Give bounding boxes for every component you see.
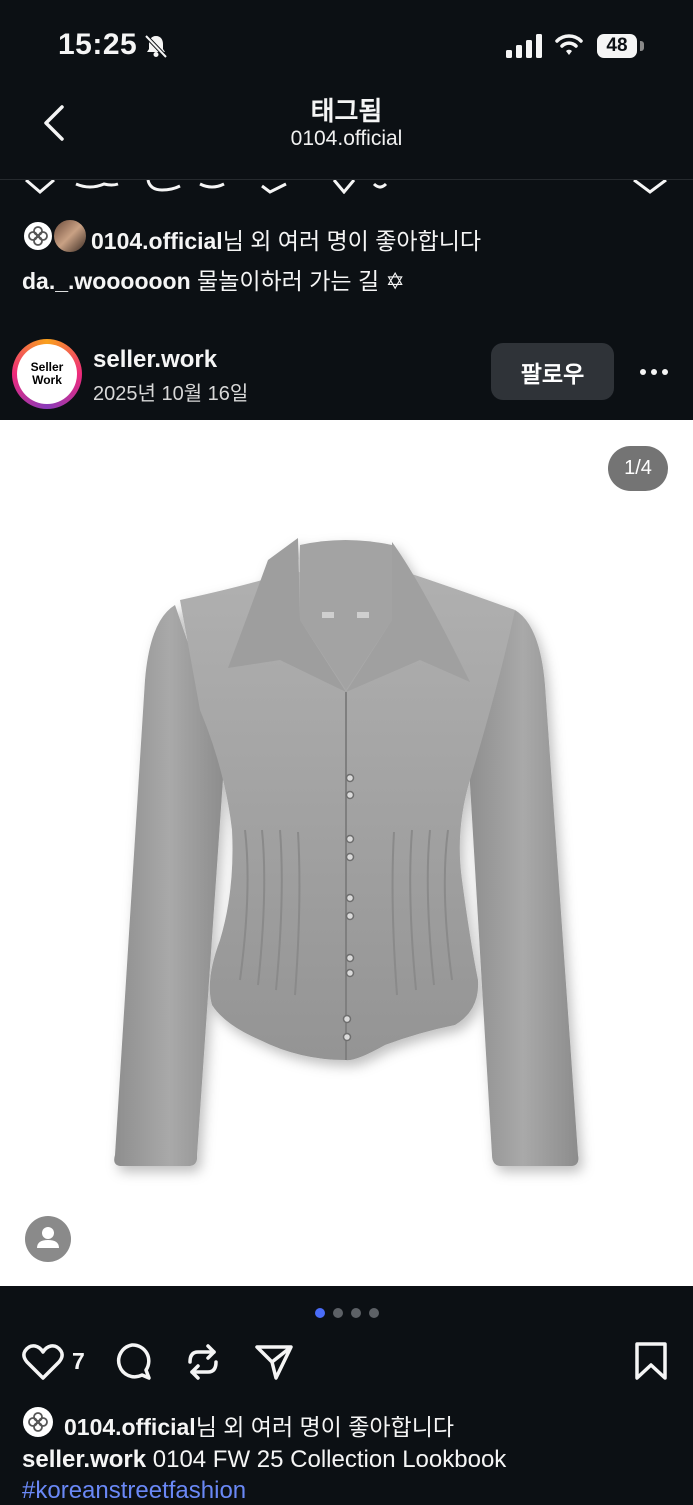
liker-avatar-photo — [52, 218, 88, 254]
like-count[interactable]: 7 — [72, 1348, 85, 1375]
post-caption: seller.work 0104 FW 25 Collection Lookbo… — [22, 1446, 506, 1474]
previous-post-caption: da._.woooooon 물놀이하러 가는 길 ✡ — [22, 262, 405, 296]
hashtag-link[interactable]: #koreanstreetfashion — [22, 1477, 246, 1505]
page-title: 태그됨 — [310, 96, 383, 126]
image-counter: 1/4 — [608, 446, 668, 491]
bell-muted-icon — [144, 34, 168, 59]
status-time: 15:25 — [58, 28, 138, 61]
heart-icon[interactable] — [22, 1343, 64, 1381]
author-avatar[interactable]: Seller Work — [17, 344, 77, 404]
wifi-icon — [555, 34, 583, 55]
previous-post-action-row — [25, 180, 667, 194]
liker-username[interactable]: 0104.official — [64, 1414, 196, 1440]
battery-tip — [640, 41, 644, 51]
likes-text[interactable]: 0104.official님 외 여러 명이 좋아합니다 — [64, 1408, 454, 1442]
page-subtitle: 0104.official — [290, 127, 403, 150]
battery-indicator: 48 — [597, 34, 637, 58]
post-image[interactable] — [0, 420, 693, 1286]
avatar-text-line2: Work — [32, 373, 62, 387]
carousel-dot — [369, 1308, 379, 1318]
bookmark-icon[interactable] — [634, 1341, 668, 1381]
liker-username[interactable]: 0104.official — [91, 228, 223, 254]
likes-suffix: 님 외 여러 명이 좋아합니다 — [195, 1414, 455, 1440]
cellular-signal-icon — [506, 34, 542, 58]
liker-avatar-icon — [22, 220, 54, 252]
previous-post-liker-avatars — [22, 220, 56, 252]
tagged-people-button[interactable] — [25, 1216, 71, 1262]
carousel-dot-active — [315, 1308, 325, 1318]
caption-username[interactable]: da._.woooooon — [22, 268, 191, 294]
jacket-illustration — [114, 538, 579, 1166]
likes-suffix: 님 외 여러 명이 좋아합니다 — [222, 228, 482, 254]
post-date: 2025년 10월 16일 — [93, 383, 249, 405]
comment-icon[interactable] — [112, 1342, 152, 1382]
more-options-icon[interactable] — [638, 357, 670, 387]
caption-username[interactable]: seller.work — [22, 1446, 146, 1473]
caption-text: 물놀이하러 가는 길 ✡ — [190, 268, 405, 294]
carousel-dot — [351, 1308, 361, 1318]
share-icon[interactable] — [254, 1343, 294, 1381]
liker-avatar-icon — [23, 1407, 53, 1437]
repost-icon[interactable] — [184, 1340, 222, 1384]
previous-post-likes-text[interactable]: 0104.official님 외 여러 명이 좋아합니다 — [91, 222, 481, 256]
person-icon — [37, 1227, 59, 1248]
author-username[interactable]: seller.work — [93, 346, 217, 374]
follow-button[interactable]: 팔로우 — [491, 343, 614, 400]
carousel-dot — [333, 1308, 343, 1318]
caption-text: 0104 FW 25 Collection Lookbook — [146, 1446, 507, 1473]
